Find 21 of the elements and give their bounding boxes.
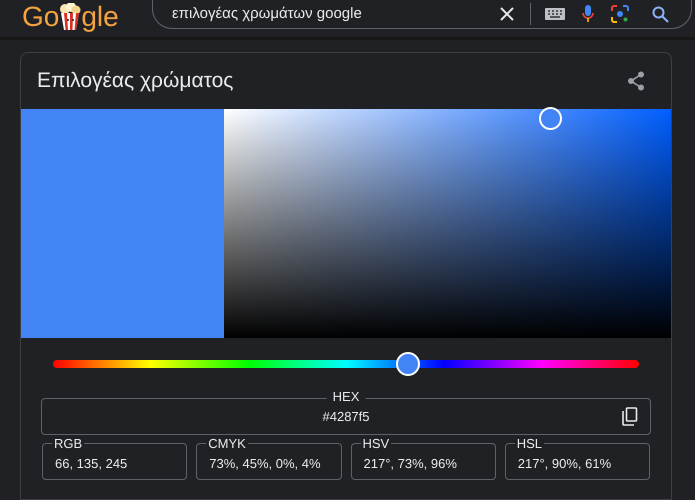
- share-icon[interactable]: [627, 71, 645, 91]
- card-title: Επιλογέας χρώματος: [37, 68, 234, 94]
- close-icon[interactable]: [500, 7, 514, 21]
- field-label: HEX: [326, 390, 366, 403]
- camera-icon[interactable]: [611, 5, 629, 23]
- logo-text: gle: [81, 2, 119, 30]
- logo-text: Go: [22, 2, 60, 30]
- hue-slider[interactable]: [53, 352, 639, 376]
- field-label: HSL: [514, 437, 544, 450]
- color-area[interactable]: [224, 109, 671, 338]
- search-icon[interactable]: [652, 6, 669, 22]
- popcorn-icon: [59, 2, 82, 30]
- field-label: RGB: [52, 437, 84, 450]
- copy-icon[interactable]: [622, 407, 638, 426]
- field-label: HSV: [360, 437, 392, 450]
- search-field[interactable]: επιλογέας χρωμάτων google: [152, 0, 692, 29]
- microphone-icon[interactable]: [582, 5, 594, 23]
- slider-thumb[interactable]: [396, 352, 420, 376]
- picker-handle[interactable]: [539, 107, 562, 130]
- keyboard-icon[interactable]: [545, 8, 565, 20]
- field-label: CMYK: [206, 437, 248, 450]
